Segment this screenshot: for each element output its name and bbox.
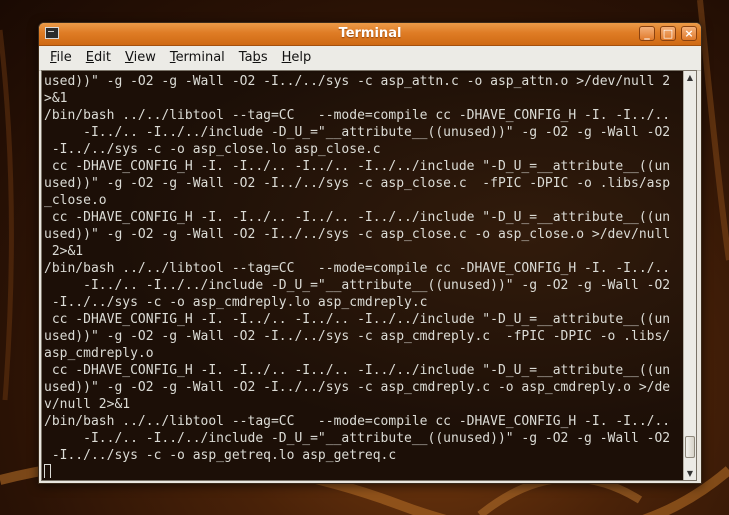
terminal-line: 2>&1	[44, 244, 84, 259]
terminal-line: _close.o	[44, 193, 107, 208]
terminal-line: cc -DHAVE_CONFIG_H -I. -I../.. -I../.. -…	[44, 210, 671, 225]
terminal-line: /bin/bash ../../libtool --tag=CC --mode=…	[44, 261, 671, 276]
terminal-line: /bin/bash ../../libtool --tag=CC --mode=…	[44, 414, 671, 429]
terminal-line: used))" -g -O2 -g -Wall -O2 -I../../sys …	[44, 329, 671, 344]
menu-bar: File Edit View Terminal Tabs Help	[39, 46, 701, 71]
menu-file[interactable]: File	[43, 46, 79, 70]
terminal-line: v/null 2>&1	[44, 397, 131, 412]
terminal-pane[interactable]: used))" -g -O2 -g -Wall -O2 -I../../sys …	[41, 70, 697, 481]
scroll-down-arrow-icon[interactable]: ▼	[684, 467, 696, 480]
terminal-line: -I../.. -I../../include -D_U_="__attribu…	[44, 278, 671, 293]
terminal-line: used))" -g -O2 -g -Wall -O2 -I../../sys …	[44, 74, 671, 89]
terminal-line: cc -DHAVE_CONFIG_H -I. -I../.. -I../.. -…	[44, 363, 671, 378]
terminal-line: -I../../sys -c -o asp_close.lo asp_close…	[44, 142, 381, 157]
close-button[interactable]: ×	[681, 26, 697, 41]
terminal-window: Terminal _ □ × File Edit View Terminal T…	[38, 22, 702, 484]
menu-help[interactable]: Help	[275, 46, 319, 70]
terminal-line: -I../.. -I../../include -D_U_="__attribu…	[44, 125, 671, 140]
text-cursor	[44, 464, 51, 478]
terminal-output[interactable]: used))" -g -O2 -g -Wall -O2 -I../../sys …	[44, 73, 684, 478]
terminal-line: -I../.. -I../../include -D_U_="__attribu…	[44, 431, 671, 446]
terminal-line: cc -DHAVE_CONFIG_H -I. -I../.. -I../.. -…	[44, 159, 671, 174]
terminal-line: cc -DHAVE_CONFIG_H -I. -I../.. -I../.. -…	[44, 312, 671, 327]
scroll-up-arrow-icon[interactable]: ▲	[684, 71, 696, 84]
terminal-line: /bin/bash ../../libtool --tag=CC --mode=…	[44, 108, 671, 123]
menu-tabs[interactable]: Tabs	[232, 46, 275, 70]
vertical-scrollbar[interactable]: ▲ ▼	[683, 71, 696, 480]
terminal-line: >&1	[44, 91, 68, 106]
terminal-line: -I../../sys -c -o asp_getreq.lo asp_getr…	[44, 448, 397, 463]
terminal-line: used))" -g -O2 -g -Wall -O2 -I../../sys …	[44, 380, 671, 395]
terminal-prompt-line[interactable]	[44, 464, 684, 478]
menu-view[interactable]: View	[118, 46, 163, 70]
terminal-line: asp_cmdreply.o	[44, 346, 154, 361]
window-titlebar[interactable]: Terminal _ □ ×	[39, 23, 701, 46]
menu-terminal[interactable]: Terminal	[163, 46, 232, 70]
terminal-line: -I../../sys -c -o asp_cmdreply.lo asp_cm…	[44, 295, 428, 310]
terminal-line: used))" -g -O2 -g -Wall -O2 -I../../sys …	[44, 227, 671, 242]
menu-edit[interactable]: Edit	[79, 46, 118, 70]
maximize-button[interactable]: □	[660, 26, 676, 41]
terminal-line: used))" -g -O2 -g -Wall -O2 -I../../sys …	[44, 176, 671, 191]
minimize-button[interactable]: _	[639, 26, 655, 41]
window-title: Terminal	[338, 26, 402, 41]
scrollbar-thumb[interactable]	[685, 436, 695, 458]
